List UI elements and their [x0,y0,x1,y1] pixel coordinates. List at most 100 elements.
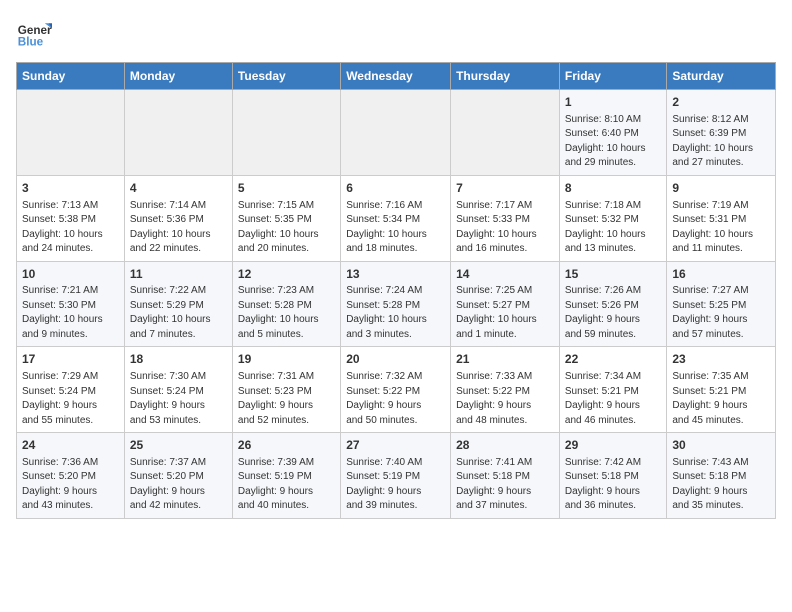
calendar-day-cell: 16Sunrise: 7:27 AM Sunset: 5:25 PM Dayli… [667,261,776,347]
calendar-day-cell: 23 Sunrise: 7:35 AM Sunset: 5:21 PM Dayli… [667,347,776,433]
day-number: 28 [456,437,554,454]
day-number: 2 [672,94,770,111]
calendar-week-row: 10Sunrise: 7:21 AM Sunset: 5:30 PM Dayli… [17,261,776,347]
day-info: Sunrise: 7:37 AM Sunset: 5:20 PM Dayligh… [130,456,227,514]
calendar-day-cell: 20Sunrise: 7:32 AM Sunset: 5:22 PM Dayli… [341,347,451,433]
day-info: Sunrise: 7:17 AM Sunset: 5:33 PM Dayligh… [456,199,554,257]
calendar-day-cell: 29 Sunrise: 7:42 AM Sunset: 5:18 PM Dayli… [559,433,666,519]
day-info: Sunrise: 7:41 AM Sunset: 5:18 PM Dayligh… [456,456,554,514]
day-info: Sunrise: 7:36 AM Sunset: 5:20 PM Dayligh… [22,456,119,514]
calendar-header-row: SundayMondayTuesdayWednesdayThursdayFrid… [17,63,776,90]
day-number: 6 [346,180,445,197]
day-info: Sunrise: 7:34 AM Sunset: 5:21 PM Dayligh… [565,370,661,428]
calendar-day-cell: 18 Sunrise: 7:30 AM Sunset: 5:24 PM Dayli… [124,347,232,433]
day-number: 18 [130,351,227,368]
day-number: 11 [130,266,227,283]
day-info: Sunrise: 7:31 AM Sunset: 5:23 PM Dayligh… [238,370,335,428]
day-info: Sunrise: 7:39 AM Sunset: 5:19 PM Dayligh… [238,456,335,514]
column-header-sunday: Sunday [17,63,125,90]
day-info: Sunrise: 7:23 AM Sunset: 5:28 PM Dayligh… [238,284,335,342]
day-info: Sunrise: 7:16 AM Sunset: 5:34 PM Dayligh… [346,199,445,257]
day-info: Sunrise: 7:19 AM Sunset: 5:31 PM Dayligh… [672,199,770,257]
calendar-day-cell [124,90,232,176]
svg-text:Blue: Blue [18,36,44,49]
calendar-day-cell: 13Sunrise: 7:24 AM Sunset: 5:28 PM Dayli… [341,261,451,347]
day-number: 26 [238,437,335,454]
calendar-day-cell: 28 Sunrise: 7:41 AM Sunset: 5:18 PM Dayli… [451,433,560,519]
day-number: 27 [346,437,445,454]
day-number: 25 [130,437,227,454]
day-info: Sunrise: 7:22 AM Sunset: 5:29 PM Dayligh… [130,284,227,342]
calendar-day-cell: 11Sunrise: 7:22 AM Sunset: 5:29 PM Dayli… [124,261,232,347]
calendar-week-row: 17 Sunrise: 7:29 AM Sunset: 5:24 PM Dayli… [17,347,776,433]
calendar-day-cell: 15Sunrise: 7:26 AM Sunset: 5:26 PM Dayli… [559,261,666,347]
day-number: 17 [22,351,119,368]
day-info: Sunrise: 7:35 AM Sunset: 5:21 PM Dayligh… [672,370,770,428]
day-number: 1 [565,94,661,111]
calendar-day-cell [232,90,340,176]
day-number: 13 [346,266,445,283]
day-info: Sunrise: 7:26 AM Sunset: 5:26 PM Dayligh… [565,284,661,342]
calendar-table: SundayMondayTuesdayWednesdayThursdayFrid… [16,62,776,519]
day-number: 19 [238,351,335,368]
day-number: 14 [456,266,554,283]
day-info: Sunrise: 7:29 AM Sunset: 5:24 PM Dayligh… [22,370,119,428]
day-number: 9 [672,180,770,197]
calendar-day-cell: 10Sunrise: 7:21 AM Sunset: 5:30 PM Dayli… [17,261,125,347]
day-number: 16 [672,266,770,283]
day-number: 21 [456,351,554,368]
logo-icon: General Blue [16,16,52,52]
day-number: 4 [130,180,227,197]
column-header-monday: Monday [124,63,232,90]
calendar-day-cell: 4 Sunrise: 7:14 AM Sunset: 5:36 PM Daylig… [124,175,232,261]
calendar-day-cell: 26 Sunrise: 7:39 AM Sunset: 5:19 PM Dayli… [232,433,340,519]
calendar-day-cell: 3 Sunrise: 7:13 AM Sunset: 5:38 PM Daylig… [17,175,125,261]
day-number: 5 [238,180,335,197]
day-info: Sunrise: 7:33 AM Sunset: 5:22 PM Dayligh… [456,370,554,428]
day-number: 15 [565,266,661,283]
column-header-thursday: Thursday [451,63,560,90]
day-info: Sunrise: 7:43 AM Sunset: 5:18 PM Dayligh… [672,456,770,514]
day-number: 12 [238,266,335,283]
calendar-day-cell: 27 Sunrise: 7:40 AM Sunset: 5:19 PM Dayli… [341,433,451,519]
calendar-day-cell: 14Sunrise: 7:25 AM Sunset: 5:27 PM Dayli… [451,261,560,347]
calendar-day-cell: 19 Sunrise: 7:31 AM Sunset: 5:23 PM Dayli… [232,347,340,433]
day-number: 7 [456,180,554,197]
day-info: Sunrise: 7:25 AM Sunset: 5:27 PM Dayligh… [456,284,554,342]
calendar-day-cell: 5 Sunrise: 7:15 AM Sunset: 5:35 PM Daylig… [232,175,340,261]
calendar-week-row: 3 Sunrise: 7:13 AM Sunset: 5:38 PM Daylig… [17,175,776,261]
calendar-day-cell: 9 Sunrise: 7:19 AM Sunset: 5:31 PM Daylig… [667,175,776,261]
day-info: Sunrise: 7:30 AM Sunset: 5:24 PM Dayligh… [130,370,227,428]
calendar-day-cell [17,90,125,176]
calendar-day-cell [451,90,560,176]
day-info: Sunrise: 7:13 AM Sunset: 5:38 PM Dayligh… [22,199,119,257]
day-info: Sunrise: 7:40 AM Sunset: 5:19 PM Dayligh… [346,456,445,514]
calendar-day-cell: 21 Sunrise: 7:33 AM Sunset: 5:22 PM Dayli… [451,347,560,433]
day-info: Sunrise: 7:27 AM Sunset: 5:25 PM Dayligh… [672,284,770,342]
header-area: General Blue [16,16,776,52]
day-info: Sunrise: 7:42 AM Sunset: 5:18 PM Dayligh… [565,456,661,514]
calendar-week-row: 24 Sunrise: 7:36 AM Sunset: 5:20 PM Dayli… [17,433,776,519]
day-info: Sunrise: 8:12 AM Sunset: 6:39 PM Dayligh… [672,113,770,171]
day-info: Sunrise: 7:24 AM Sunset: 5:28 PM Dayligh… [346,284,445,342]
logo: General Blue [16,16,52,52]
day-info: Sunrise: 7:14 AM Sunset: 5:36 PM Dayligh… [130,199,227,257]
calendar-day-cell: 7 Sunrise: 7:17 AM Sunset: 5:33 PM Daylig… [451,175,560,261]
day-number: 24 [22,437,119,454]
calendar-day-cell: 25 Sunrise: 7:37 AM Sunset: 5:20 PM Dayli… [124,433,232,519]
day-info: Sunrise: 7:32 AM Sunset: 5:22 PM Dayligh… [346,370,445,428]
calendar-day-cell: 12Sunrise: 7:23 AM Sunset: 5:28 PM Dayli… [232,261,340,347]
calendar-day-cell: 6 Sunrise: 7:16 AM Sunset: 5:34 PM Daylig… [341,175,451,261]
day-info: Sunrise: 7:15 AM Sunset: 5:35 PM Dayligh… [238,199,335,257]
calendar-day-cell: 17 Sunrise: 7:29 AM Sunset: 5:24 PM Dayli… [17,347,125,433]
calendar-day-cell: 8Sunrise: 7:18 AM Sunset: 5:32 PM Daylig… [559,175,666,261]
calendar-day-cell [341,90,451,176]
day-number: 22 [565,351,661,368]
calendar-day-cell: 22 Sunrise: 7:34 AM Sunset: 5:21 PM Dayli… [559,347,666,433]
day-info: Sunrise: 7:21 AM Sunset: 5:30 PM Dayligh… [22,284,119,342]
day-number: 29 [565,437,661,454]
day-number: 3 [22,180,119,197]
day-number: 23 [672,351,770,368]
column-header-saturday: Saturday [667,63,776,90]
day-number: 8 [565,180,661,197]
